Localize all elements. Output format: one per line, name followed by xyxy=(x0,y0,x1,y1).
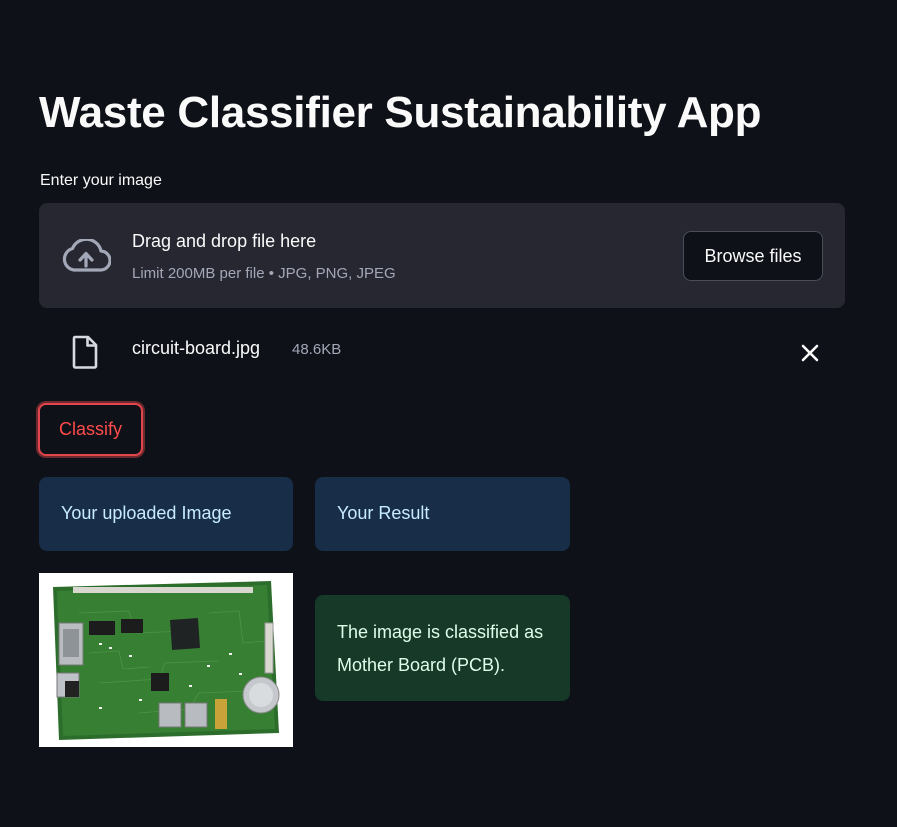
file-icon xyxy=(72,335,98,369)
uploaded-file-name: circuit-board.jpg xyxy=(132,338,261,358)
uploader-label: Enter your image xyxy=(40,172,162,189)
page-title: Waste Classifier Sustainability App xyxy=(39,88,762,137)
file-dropzone[interactable]: Drag and drop file here Limit 200MB per … xyxy=(39,203,845,308)
uploaded-image-header: Your uploaded Image xyxy=(39,477,293,551)
remove-file-button[interactable] xyxy=(795,338,825,368)
dropzone-limits: Limit 200MB per file • JPG, PNG, JPEG xyxy=(132,265,396,282)
classify-button[interactable]: Classify xyxy=(38,403,143,456)
dropzone-title: Drag and drop file here xyxy=(132,231,317,251)
uploaded-file-item: circuit-board.jpg 48.6KB xyxy=(39,330,845,374)
uploaded-image-preview xyxy=(39,573,293,747)
close-icon xyxy=(801,344,819,362)
browse-files-button[interactable]: Browse files xyxy=(683,231,823,281)
circuit-board-image xyxy=(39,573,293,747)
classification-result-message: The image is classified as Mother Board … xyxy=(315,595,570,701)
cloud-upload-icon xyxy=(62,239,111,272)
result-header: Your Result xyxy=(315,477,570,551)
uploaded-file-size: 48.6KB xyxy=(292,341,342,358)
